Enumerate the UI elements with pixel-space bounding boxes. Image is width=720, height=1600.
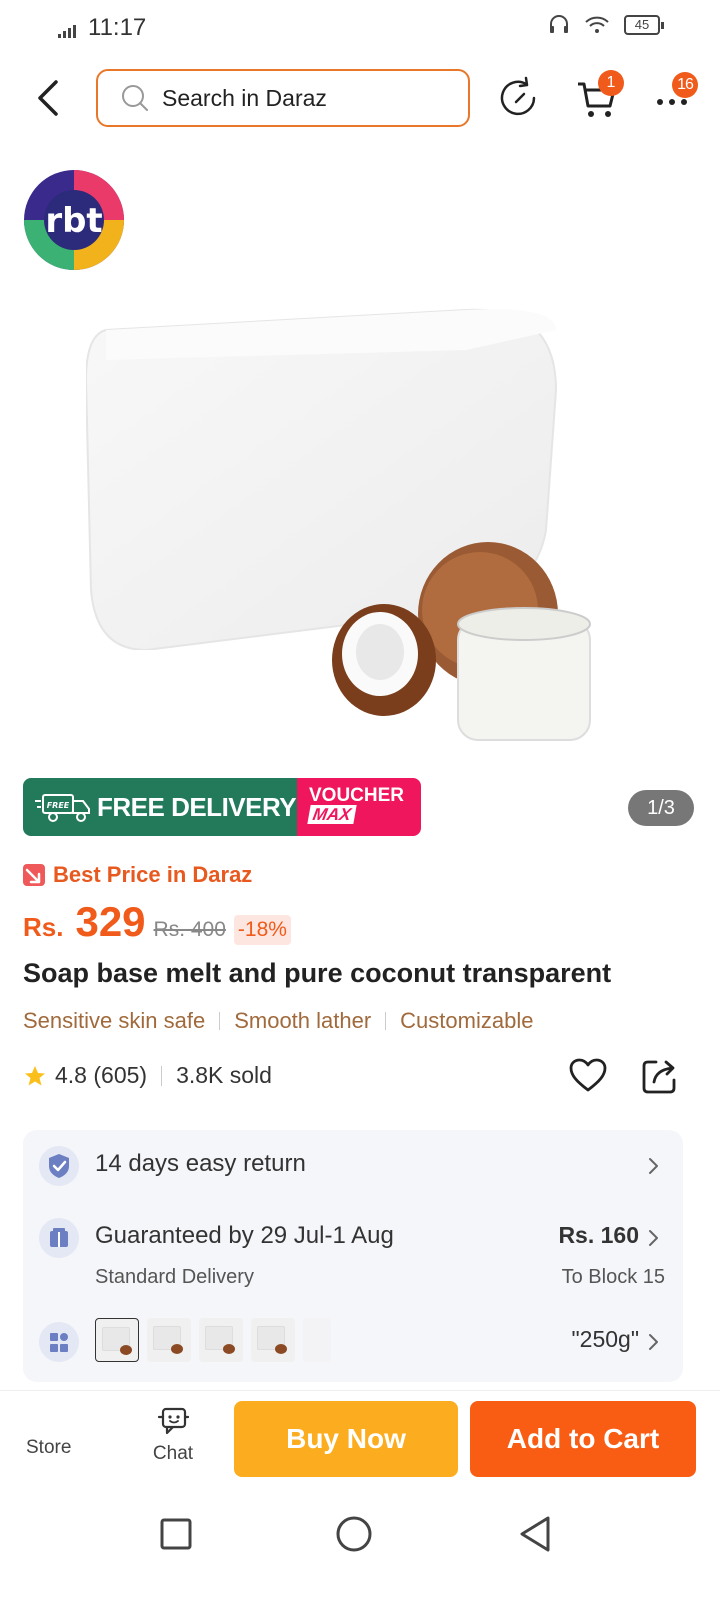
free-delivery-label: FREE DELIVERY [97,791,297,822]
image-page-indicator: 1/3 [628,790,694,826]
rating-row[interactable]: 4.8 (605) 3.8K sold [23,1062,272,1089]
trend-icon [23,864,45,886]
delivery-destination: To Block 15 [561,1266,665,1288]
cart-badge: 1 [598,70,624,96]
sold-count: 3.8K sold [176,1062,272,1088]
rating-value: 4.8 (605) [55,1062,148,1088]
chat-button[interactable]: Chat [148,1405,198,1465]
back-arrow-icon[interactable] [32,76,68,120]
bottom-action-bar: Store Chat Buy Now Add to Cart [0,1390,720,1490]
promo-banner[interactable]: FREE FREE DELIVERY VOUCHER MAX [23,778,421,836]
best-price-label: Best Price in Daraz [53,862,253,887]
feature-tag: Sensitive skin safe [23,1008,206,1033]
header: Search in Daraz 1 16 [0,62,720,134]
delivery-type: Standard Delivery [95,1266,254,1288]
variant-thumbnail[interactable] [147,1318,191,1362]
search-icon [122,85,148,111]
chevron-right-icon [649,1158,658,1174]
divider [219,1012,221,1030]
status-bar: 11:17 45 [0,0,720,56]
headphones-icon [550,15,568,33]
price-currency: Rs. [23,912,64,942]
shield-icon [39,1146,79,1186]
voucher-label: VOUCHER [309,785,405,806]
chevron-right-icon [649,1230,658,1246]
delivery-text: Guaranteed by 29 Jul-1 Aug [95,1222,394,1249]
discount-badge: -18% [233,915,291,945]
store-button[interactable]: Store [26,1437,71,1459]
store-label: Store [26,1437,72,1458]
return-policy-row[interactable]: 14 days easy return [23,1130,683,1202]
home-icon[interactable] [334,1514,374,1554]
coconut-image [332,542,591,741]
variant-thumbnails [95,1318,331,1362]
buy-now-button[interactable]: Buy Now [234,1401,458,1477]
delivery-row[interactable]: Guaranteed by 29 Jul-1 Aug Standard Deli… [23,1210,683,1300]
price-value: 329 [75,898,146,945]
return-text: 14 days easy return [95,1150,306,1177]
best-price-tag: Best Price in Daraz [23,862,252,888]
price-row: Rs. 329 Rs. 400 -18% [23,898,291,946]
feature-tags: Sensitive skin safe Smooth lather Custom… [23,1008,533,1034]
share-icon[interactable] [640,1056,680,1096]
wifi-icon [585,16,609,33]
battery-indicator: 45 [624,15,664,35]
system-nav-bar [0,1492,720,1600]
free-tag: FREE [47,801,70,810]
add-to-cart-button[interactable]: Add to Cart [470,1401,696,1477]
history-icon[interactable] [496,76,540,120]
signal-icon [58,25,76,38]
delivery-truck-icon: FREE [35,794,90,822]
status-time: 11:17 [88,14,147,41]
variant-thumbnail[interactable] [95,1318,139,1362]
product-title: Soap base melt and pure coconut transpar… [23,958,612,988]
chat-icon [157,1407,189,1435]
divider [161,1065,163,1086]
package-icon [39,1218,79,1258]
more-menu-button[interactable]: 16 [652,72,698,120]
variant-value: "250g" [571,1326,640,1352]
voucher-max-label: MAX [307,805,357,824]
cart-button[interactable]: 1 [574,70,624,122]
original-price: Rs. 400 [153,918,226,941]
heart-icon[interactable] [568,1056,608,1096]
variant-thumbnail[interactable] [251,1318,295,1362]
feature-tag: Customizable [400,1008,534,1033]
product-gallery[interactable]: rbt FREE FREE DELIVERY VOUCHER MAX 1/3 [0,140,720,860]
search-placeholder: Search in Daraz [162,84,327,111]
variant-thumbnail[interactable] [199,1318,243,1362]
star-icon [25,1065,45,1085]
more-badge: 16 [672,72,698,98]
delivery-fee: Rs. 160 [558,1222,639,1248]
recent-apps-icon[interactable] [156,1514,196,1554]
divider [385,1012,387,1030]
variant-thumbnail[interactable] [303,1318,331,1362]
service-info-card: 14 days easy return Guaranteed by 29 Jul… [23,1130,683,1382]
chevron-right-icon [649,1334,658,1350]
chat-label: Chat [152,1443,194,1464]
feature-tag: Smooth lather [234,1008,372,1033]
search-input[interactable]: Search in Daraz [96,69,470,127]
grid-icon [39,1322,79,1362]
back-nav-icon[interactable] [516,1514,556,1554]
